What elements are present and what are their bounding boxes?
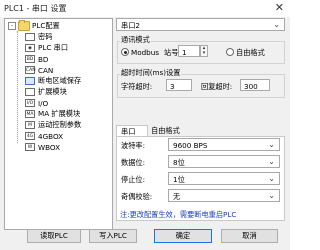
- tree-item-label: PLC 串口: [38, 43, 69, 52]
- stop-bits-value: 1位: [173, 175, 185, 184]
- tree-item-ma-module[interactable]: MA MA 扩展模块: [25, 109, 80, 119]
- parity-select[interactable]: 无 ⌄: [168, 189, 280, 202]
- station-input-value: 1: [182, 47, 187, 57]
- restart-note: 注:更改配置生效，需要断电重启PLC: [120, 210, 237, 219]
- ok-button[interactable]: 确定: [154, 229, 212, 243]
- port-select[interactable]: 串口2 ⌄: [116, 18, 285, 31]
- parity-label: 奇偶校验:: [121, 192, 153, 201]
- tab-free-format-label: 自由格式: [151, 126, 180, 135]
- parity-value: 无: [173, 192, 181, 201]
- reply-timeout-input[interactable]: 300: [240, 79, 270, 91]
- reply-timeout-label: 回复超时:: [201, 82, 233, 91]
- baud-rate-value: 9600 BPS: [173, 141, 208, 150]
- motion-control-icon: M: [25, 121, 35, 129]
- char-timeout-label: 字符超时:: [121, 82, 153, 91]
- tree-item-label: 运动控制参数: [38, 120, 82, 129]
- free-format-radio[interactable]: [226, 48, 234, 56]
- cancel-button[interactable]: 取消: [221, 229, 278, 243]
- tree-item-can[interactable]: CAN CAN: [25, 65, 53, 75]
- free-format-label: 自由格式: [236, 48, 265, 57]
- tree-item-label: 扩展模块: [38, 87, 67, 96]
- tree-item-io[interactable]: I/O I/O: [25, 98, 48, 108]
- station-label: 站号: [164, 48, 179, 57]
- tree-item-label: 4GBOX: [38, 131, 64, 141]
- station-input[interactable]: 1: [178, 45, 200, 57]
- settings-dialog: PLC1 - 串口 设置 ✕ - PLC配置 密码 ◉ PLC 串口 BD BD: [0, 0, 290, 250]
- key-icon: [25, 33, 35, 41]
- station-stepper[interactable]: ▴ ▾: [200, 45, 208, 57]
- folder-icon: [18, 20, 30, 31]
- reply-timeout-value: 300: [244, 81, 258, 91]
- serial-port-icon: ◉: [25, 44, 35, 52]
- close-icon[interactable]: ✕: [275, 1, 284, 14]
- io-icon: I/O: [25, 99, 35, 107]
- tree-item-plc-serial[interactable]: ◉ PLC 串口: [25, 43, 68, 53]
- stop-bits-select[interactable]: 1位 ⌄: [168, 172, 280, 185]
- comm-mode-group-label: 通讯模式: [120, 35, 151, 45]
- tree-guide-line: [17, 31, 18, 143]
- chevron-down-icon: ⌄: [268, 191, 275, 200]
- modbus-radio[interactable]: [121, 48, 129, 56]
- tree-item-4gbox[interactable]: 4G 4GBOX: [25, 131, 63, 141]
- collapse-icon[interactable]: -: [8, 22, 16, 30]
- tree-item-label: WBOX: [38, 142, 61, 152]
- char-timeout-value: 3: [170, 81, 175, 91]
- modbus-label: Modbus: [131, 48, 160, 57]
- chevron-down-icon: ⌄: [268, 157, 275, 166]
- read-plc-button[interactable]: 读取PLC: [27, 229, 81, 243]
- data-bits-select[interactable]: 8位 ⌄: [168, 155, 280, 168]
- tree-item-label: 断电区域保存: [38, 76, 82, 85]
- tab-free-format[interactable]: 自由格式: [146, 125, 188, 136]
- dialog-body: - PLC配置 密码 ◉ PLC 串口 BD BD CAN CAN 断电区域保存…: [0, 17, 290, 250]
- tree-item-label: MA 扩展模块: [38, 109, 81, 118]
- tree-item-wbox[interactable]: W WBOX: [25, 142, 60, 152]
- title-bar: PLC1 - 串口 设置 ✕: [0, 0, 290, 17]
- power-save-icon: [25, 77, 35, 85]
- ma-module-icon: MA: [25, 110, 35, 118]
- write-plc-button[interactable]: 写入PLC: [89, 229, 137, 243]
- chevron-down-icon: ⌄: [273, 20, 280, 29]
- port-select-value: 串口2: [121, 21, 140, 30]
- chevron-down-icon: ⌄: [268, 174, 275, 183]
- tree-item-bd[interactable]: BD BD: [25, 54, 48, 64]
- wbox-icon: W: [25, 143, 35, 151]
- stop-bits-label: 停止位:: [121, 175, 145, 184]
- bd-board-icon: BD: [25, 55, 35, 63]
- chevron-down-icon: ⌄: [268, 140, 275, 149]
- tree-item-motion-control[interactable]: M 运动控制参数: [25, 120, 81, 130]
- baud-rate-select[interactable]: 9600 BPS ⌄: [168, 138, 280, 151]
- tree-root-plc-config[interactable]: - PLC配置: [8, 20, 60, 31]
- timeout-group-label: 超时时间(ms)设置: [120, 68, 182, 78]
- tree-item-expansion-module[interactable]: 扩展模块: [25, 87, 67, 97]
- module-icon: [25, 88, 35, 96]
- tree-item-label: I/O: [38, 98, 49, 108]
- tree-item-power-save[interactable]: 断电区域保存: [25, 76, 81, 86]
- tree-item-password[interactable]: 密码: [25, 32, 52, 42]
- tree-item-label: BD: [38, 54, 49, 64]
- can-icon: CAN: [25, 66, 36, 74]
- data-bits-value: 8位: [173, 158, 185, 167]
- window-title: PLC1 - 串口 设置: [4, 4, 67, 13]
- config-tree[interactable]: - PLC配置 密码 ◉ PLC 串口 BD BD CAN CAN 断电区域保存…: [4, 18, 113, 230]
- tree-item-label: CAN: [38, 65, 54, 75]
- char-timeout-input[interactable]: 3: [166, 79, 192, 91]
- tree-root-label: PLC配置: [32, 21, 60, 30]
- baud-rate-label: 波特率:: [121, 141, 145, 150]
- 4gbox-icon: 4G: [25, 132, 35, 140]
- tree-item-label: 密码: [38, 32, 53, 41]
- data-bits-label: 数据位:: [121, 158, 145, 167]
